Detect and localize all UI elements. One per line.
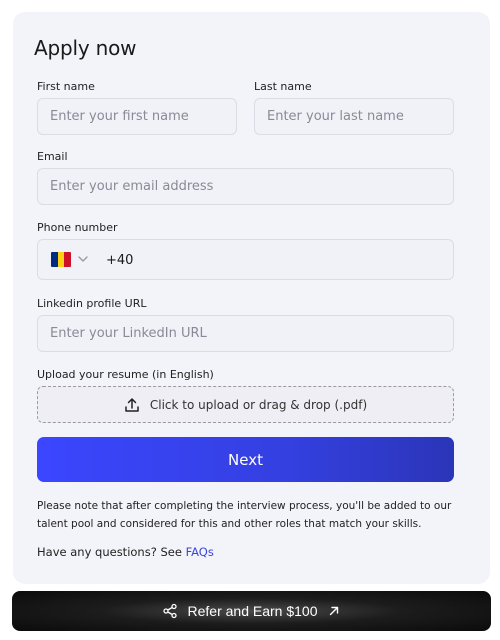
first-name-input[interactable] [37, 98, 237, 135]
refer-and-earn-button[interactable]: Refer and Earn $100 [12, 591, 491, 631]
phone-label: Phone number [37, 221, 118, 234]
phone-input[interactable] [100, 248, 440, 272]
questions-text: Have any questions? See [37, 545, 186, 559]
share-icon [162, 603, 177, 619]
romania-flag-icon[interactable] [51, 252, 71, 267]
email-label: Email [37, 150, 68, 163]
last-name-input[interactable] [254, 98, 454, 135]
resume-upload-dropzone[interactable]: Click to upload or drag & drop (.pdf) [37, 386, 454, 423]
linkedin-input[interactable] [37, 315, 454, 352]
email-input[interactable] [37, 168, 454, 205]
faq-link[interactable]: FAQs [186, 545, 214, 559]
page-title: Apply now [34, 36, 137, 60]
last-name-label: Last name [254, 80, 312, 93]
resume-label: Upload your resume (in English) [37, 368, 214, 381]
arrow-up-right-icon [330, 606, 339, 616]
chevron-down-icon[interactable] [76, 252, 90, 266]
talent-pool-note: Please note that after completing the in… [37, 500, 452, 530]
upload-text: Click to upload or drag & drop (.pdf) [149, 397, 368, 412]
apply-card: Apply now First name Last name Email Pho… [13, 12, 490, 584]
linkedin-label: Linkedin profile URL [37, 297, 147, 310]
phone-field [37, 239, 454, 280]
refer-label: Refer and Earn $100 [187, 603, 318, 619]
upload-icon [125, 397, 139, 412]
next-button[interactable]: Next [37, 437, 454, 482]
questions-line: Have any questions? See FAQs [37, 545, 214, 559]
first-name-label: First name [37, 80, 95, 93]
